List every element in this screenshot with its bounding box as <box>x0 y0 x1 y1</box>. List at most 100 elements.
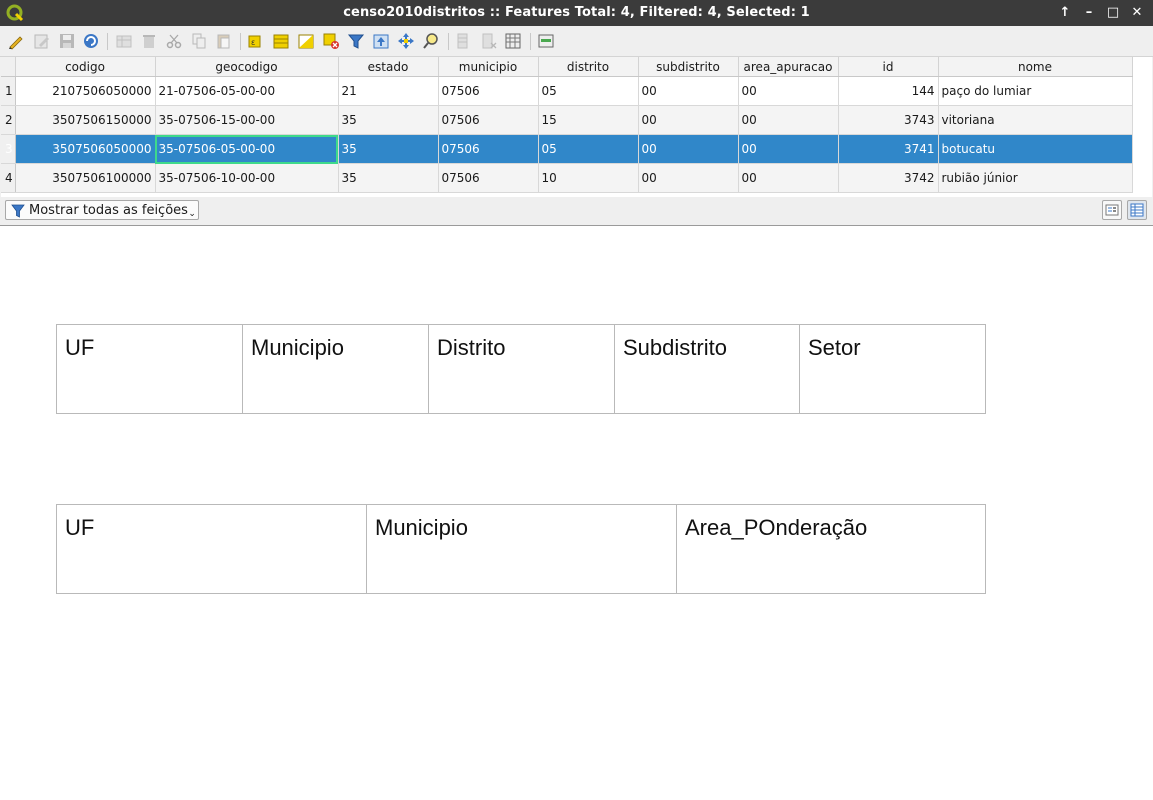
filter-icon <box>11 204 25 218</box>
form-view-icon <box>1105 204 1119 216</box>
table-cell[interactable]: 00 <box>638 134 739 164</box>
svg-text:ε: ε <box>251 38 255 47</box>
attribute-table-window: censo2010distritos :: Features Total: 4,… <box>0 0 1153 226</box>
multi-edit-icon[interactable] <box>33 32 51 50</box>
cut-icon[interactable] <box>165 32 183 50</box>
column-header[interactable]: area_apuracao <box>738 57 839 77</box>
paste-icon[interactable] <box>215 32 233 50</box>
toggle-editing-icon[interactable] <box>7 32 25 50</box>
toolbar-separator <box>448 33 449 50</box>
current-cell[interactable]: 35-07506-05-00-00 <box>155 134 339 164</box>
row-header[interactable]: 1 <box>1 76 16 106</box>
table-cell[interactable]: rubião júnior <box>938 163 1133 193</box>
pan-to-selection-icon[interactable] <box>397 32 415 50</box>
table-row[interactable]: 1 2107506050000 21-07506-05-00-00 21 075… <box>1 76 1133 106</box>
table-cell[interactable]: 3742 <box>838 163 939 193</box>
deselect-all-icon[interactable] <box>322 32 340 50</box>
table-cell[interactable]: vitoriana <box>938 105 1133 135</box>
table-cell[interactable]: botucatu <box>938 134 1133 164</box>
new-field-icon[interactable] <box>455 32 473 50</box>
layout-table-header: UF <box>56 324 243 414</box>
table-cell[interactable]: 35 <box>338 163 439 193</box>
table-cell[interactable]: 10 <box>538 163 639 193</box>
column-header[interactable]: estado <box>338 57 439 77</box>
table-cell[interactable]: 00 <box>638 163 739 193</box>
move-selection-top-icon[interactable] <box>372 32 390 50</box>
table-corner[interactable] <box>1 57 16 77</box>
table-cell[interactable]: 3743 <box>838 105 939 135</box>
row-header[interactable]: 2 <box>1 105 16 135</box>
column-header[interactable]: municipio <box>438 57 539 77</box>
toolbar-separator <box>530 33 531 50</box>
table-cell[interactable]: 15 <box>538 105 639 135</box>
table-row[interactable]: 4 3507506100000 35-07506-10-00-00 35 075… <box>1 163 1133 193</box>
bottom-bar: Mostrar todas as feições ⌄ <box>0 197 1153 225</box>
dropdown-arrow-icon: ⌄ <box>188 209 196 219</box>
filter-select-icon[interactable] <box>347 32 365 50</box>
conditional-formatting-icon[interactable] <box>537 32 555 50</box>
show-features-filter-button[interactable]: Mostrar todas as feições ⌄ <box>5 200 199 220</box>
column-header[interactable]: id <box>838 57 939 77</box>
invert-selection-icon[interactable] <box>297 32 315 50</box>
table-cell[interactable]: 144 <box>838 76 939 106</box>
table-cell[interactable]: 00 <box>738 105 839 135</box>
table-cell[interactable]: 00 <box>738 163 839 193</box>
table-cell[interactable]: 3507506050000 <box>15 134 156 164</box>
copy-icon[interactable] <box>190 32 208 50</box>
column-header[interactable]: distrito <box>538 57 639 77</box>
field-calculator-icon[interactable] <box>504 32 522 50</box>
table-row[interactable]: 2 3507506150000 35-07506-15-00-00 35 075… <box>1 105 1133 135</box>
save-edits-icon[interactable] <box>58 32 76 50</box>
table-cell[interactable]: 2107506050000 <box>15 76 156 106</box>
table-cell[interactable]: 07506 <box>438 105 539 135</box>
table-cell[interactable]: 07506 <box>438 134 539 164</box>
row-header[interactable]: 3 <box>1 134 16 164</box>
title-bar[interactable]: censo2010distritos :: Features Total: 4,… <box>0 0 1153 26</box>
table-cell[interactable]: 00 <box>738 134 839 164</box>
toolbar: ε <box>0 26 1153 57</box>
table-cell[interactable]: 35-07506-15-00-00 <box>155 105 339 135</box>
select-all-icon[interactable] <box>272 32 290 50</box>
table-cell[interactable]: 3507506100000 <box>15 163 156 193</box>
table-cell[interactable]: 21 <box>338 76 439 106</box>
window-title: censo2010distritos :: Features Total: 4,… <box>343 5 810 20</box>
table-cell[interactable]: 05 <box>538 134 639 164</box>
table-cell[interactable]: 05 <box>538 76 639 106</box>
form-view-button[interactable] <box>1102 200 1122 220</box>
table-cell[interactable]: 07506 <box>438 76 539 106</box>
reload-icon[interactable] <box>82 32 100 50</box>
table-cell[interactable]: 3507506150000 <box>15 105 156 135</box>
table-cell[interactable]: 07506 <box>438 163 539 193</box>
keep-above-button[interactable]: ↑ <box>1056 4 1074 22</box>
attribute-grid: codigo geocodigo estado municipio distri… <box>1 57 1133 193</box>
table-cell[interactable]: 00 <box>638 76 739 106</box>
table-cell[interactable]: 35 <box>338 105 439 135</box>
table-cell[interactable]: 35 <box>338 134 439 164</box>
column-header[interactable]: nome <box>938 57 1133 77</box>
attribute-table[interactable]: codigo geocodigo estado municipio distri… <box>1 57 1152 197</box>
layout-table-header: Setor <box>799 324 986 414</box>
delete-field-icon[interactable] <box>480 32 498 50</box>
table-view-icon <box>1130 203 1144 217</box>
table-cell[interactable]: 00 <box>738 76 839 106</box>
column-header[interactable]: subdistrito <box>638 57 739 77</box>
minimize-button[interactable]: – <box>1080 4 1098 22</box>
table-cell[interactable]: 35-07506-10-00-00 <box>155 163 339 193</box>
table-cell[interactable]: paço do lumiar <box>938 76 1133 106</box>
row-header[interactable]: 4 <box>1 163 16 193</box>
table-view-button[interactable] <box>1127 200 1147 220</box>
table-row-selected[interactable]: 3 3507506050000 35-07506-05-00-00 35 075… <box>1 134 1133 164</box>
filter-label: Mostrar todas as feições <box>29 203 188 218</box>
zoom-to-selection-icon[interactable] <box>422 32 440 50</box>
delete-feature-icon[interactable] <box>140 32 158 50</box>
table-cell[interactable]: 21-07506-05-00-00 <box>155 76 339 106</box>
table-cell[interactable]: 00 <box>638 105 739 135</box>
add-feature-icon[interactable] <box>115 32 133 50</box>
toolbar-separator <box>240 33 241 50</box>
maximize-button[interactable]: □ <box>1104 4 1122 22</box>
select-by-expression-icon[interactable]: ε <box>247 32 265 50</box>
close-button[interactable]: ✕ <box>1128 4 1146 22</box>
column-header[interactable]: codigo <box>15 57 156 77</box>
table-cell[interactable]: 3741 <box>838 134 939 164</box>
column-header[interactable]: geocodigo <box>155 57 339 77</box>
